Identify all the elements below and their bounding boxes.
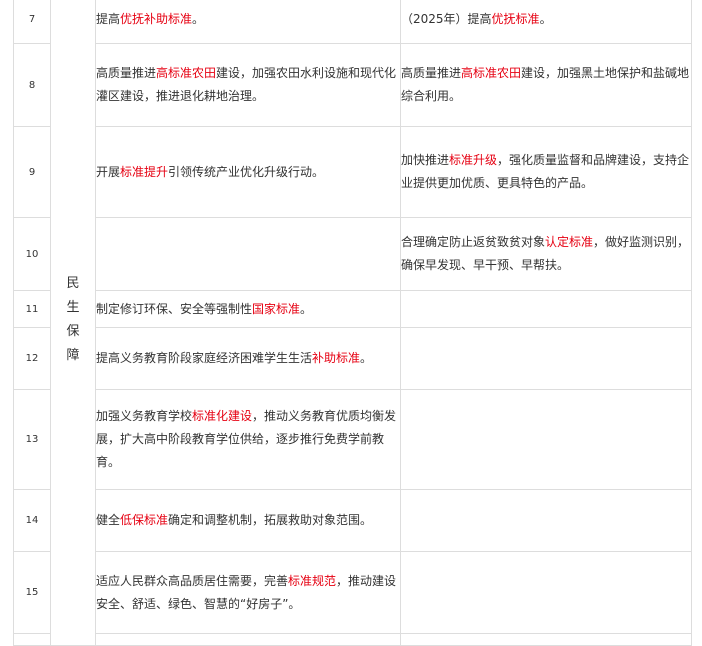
cell-2025	[400, 290, 692, 328]
text-segment: 。	[300, 301, 313, 316]
text-segment: 确定和调整机制，拓展救助对象范围。	[168, 513, 373, 527]
text-segment: （2025年）提高	[401, 11, 492, 26]
cell-2024: 提高义务教育阶段家庭经济困难学生生活补助标准。	[95, 327, 401, 390]
highlighted-term: 标准升级	[449, 153, 498, 167]
highlighted-term: 优抚补助标准	[120, 11, 193, 26]
table-row: 12 提高义务教育阶段家庭经济困难学生生活补助标准。	[13, 327, 692, 390]
row-number: 15	[13, 551, 51, 634]
cell-2024: 提高优抚补助标准。	[95, 0, 401, 44]
row-number: 12	[13, 327, 51, 390]
row-number: 10	[13, 217, 51, 291]
table-row: 9 开展标准提升引领传统产业优化升级行动。 加快推进标准升级，强化质量监督和品牌…	[13, 126, 692, 218]
cell-2024: 高质量推进高标准农田建设，加强农田水利设施和现代化灌区建设，推进退化耕地治理。	[95, 43, 401, 127]
category-cell: 民生保障	[50, 0, 96, 646]
text-segment: 加快推进	[401, 153, 450, 167]
cell-2024: 健全低保标准确定和调整机制，拓展救助对象范围。	[95, 489, 401, 552]
text-segment: 高质量推进	[401, 66, 462, 80]
cell-2025	[400, 389, 692, 490]
highlighted-term: 优抚标准	[491, 11, 540, 26]
text-segment: 高质量推进	[96, 66, 157, 80]
text-segment: 适应人民群众高品质居住需要，完善	[96, 573, 289, 588]
cell-2025	[400, 633, 692, 646]
text-segment: 合理确定防止返贫致贫对象	[401, 235, 546, 249]
cell-2025: 合理确定防止返贫致贫对象认定标准，做好监测识别，确保早发现、早干预、早帮扶。	[400, 217, 692, 291]
cell-2024: 开展标准提升引领传统产业优化升级行动。	[95, 126, 401, 218]
highlighted-term: 标准规范	[288, 573, 337, 588]
row-number: 13	[13, 389, 51, 490]
highlighted-term: 标准提升	[120, 164, 169, 179]
text-segment: 。	[192, 11, 205, 26]
table-row-partial	[13, 633, 692, 646]
cell-2024: 适应人民群众高品质居住需要，完善标准规范，推动建设安全、舒适、绿色、智慧的“好房…	[95, 551, 401, 634]
text-segment: 开展	[96, 164, 121, 179]
table-row: 13 加强义务教育学校标准化建设，推动义务教育优质均衡发展，扩大高中阶段教育学位…	[13, 389, 692, 490]
cell-2025: 加快推进标准升级，强化质量监督和品牌建设，支持企业提供更加优质、更具特色的产品。	[400, 126, 692, 218]
category-label: 民生保障	[66, 276, 80, 363]
row-number	[13, 633, 51, 646]
row-number: 7	[13, 0, 51, 44]
cell-2025	[400, 327, 692, 390]
highlighted-term: 高标准农田	[156, 66, 217, 80]
highlighted-term: 低保标准	[120, 513, 169, 527]
text-segment: 。	[539, 11, 552, 26]
row-number: 8	[13, 43, 51, 127]
highlighted-term: 国家标准	[252, 301, 301, 316]
text-segment: 。	[360, 351, 373, 365]
policy-comparison-table: 7 民生保障 提高优抚补助标准。 （2025年）提高优抚标准。 8 高质量推进高…	[13, 0, 692, 646]
cell-2025	[400, 551, 692, 634]
cell-2024	[95, 633, 401, 646]
cell-2025	[400, 489, 692, 552]
text-segment: 健全	[96, 513, 121, 527]
highlighted-term: 认定标准	[545, 235, 594, 249]
text-segment: 加强义务教育学校	[96, 409, 193, 423]
table-row: 14 健全低保标准确定和调整机制，拓展救助对象范围。	[13, 489, 692, 552]
table-row: 10 合理确定防止返贫致贫对象认定标准，做好监测识别，确保早发现、早干预、早帮扶…	[13, 217, 692, 291]
highlighted-term: 高标准农田	[461, 66, 522, 80]
text-segment: 制定修订环保、安全等强制性	[96, 301, 253, 316]
text-segment: 提高义务教育阶段家庭经济困难学生生活	[96, 351, 313, 365]
row-number: 14	[13, 489, 51, 552]
table-row: 7 民生保障 提高优抚补助标准。 （2025年）提高优抚标准。	[13, 0, 692, 646]
highlighted-term: 标准化建设	[192, 409, 253, 423]
table-row: 11 制定修订环保、安全等强制性国家标准。	[13, 290, 692, 328]
cell-2024: 加强义务教育学校标准化建设，推动义务教育优质均衡发展，扩大高中阶段教育学位供给，…	[95, 389, 401, 490]
cell-2024: 制定修订环保、安全等强制性国家标准。	[95, 290, 401, 328]
text-segment: 引领传统产业优化升级行动。	[168, 164, 325, 179]
table-row: 15 适应人民群众高品质居住需要，完善标准规范，推动建设安全、舒适、绿色、智慧的…	[13, 551, 692, 634]
cell-2025: 高质量推进高标准农田建设，加强黑土地保护和盐碱地综合利用。	[400, 43, 692, 127]
table-row: 8 高质量推进高标准农田建设，加强农田水利设施和现代化灌区建设，推进退化耕地治理…	[13, 43, 692, 127]
highlighted-term: 补助标准	[312, 351, 361, 365]
cell-2024	[95, 217, 401, 291]
row-number: 9	[13, 126, 51, 218]
row-number: 11	[13, 290, 51, 328]
cell-2025: （2025年）提高优抚标准。	[400, 0, 692, 44]
text-segment: 提高	[96, 11, 121, 26]
